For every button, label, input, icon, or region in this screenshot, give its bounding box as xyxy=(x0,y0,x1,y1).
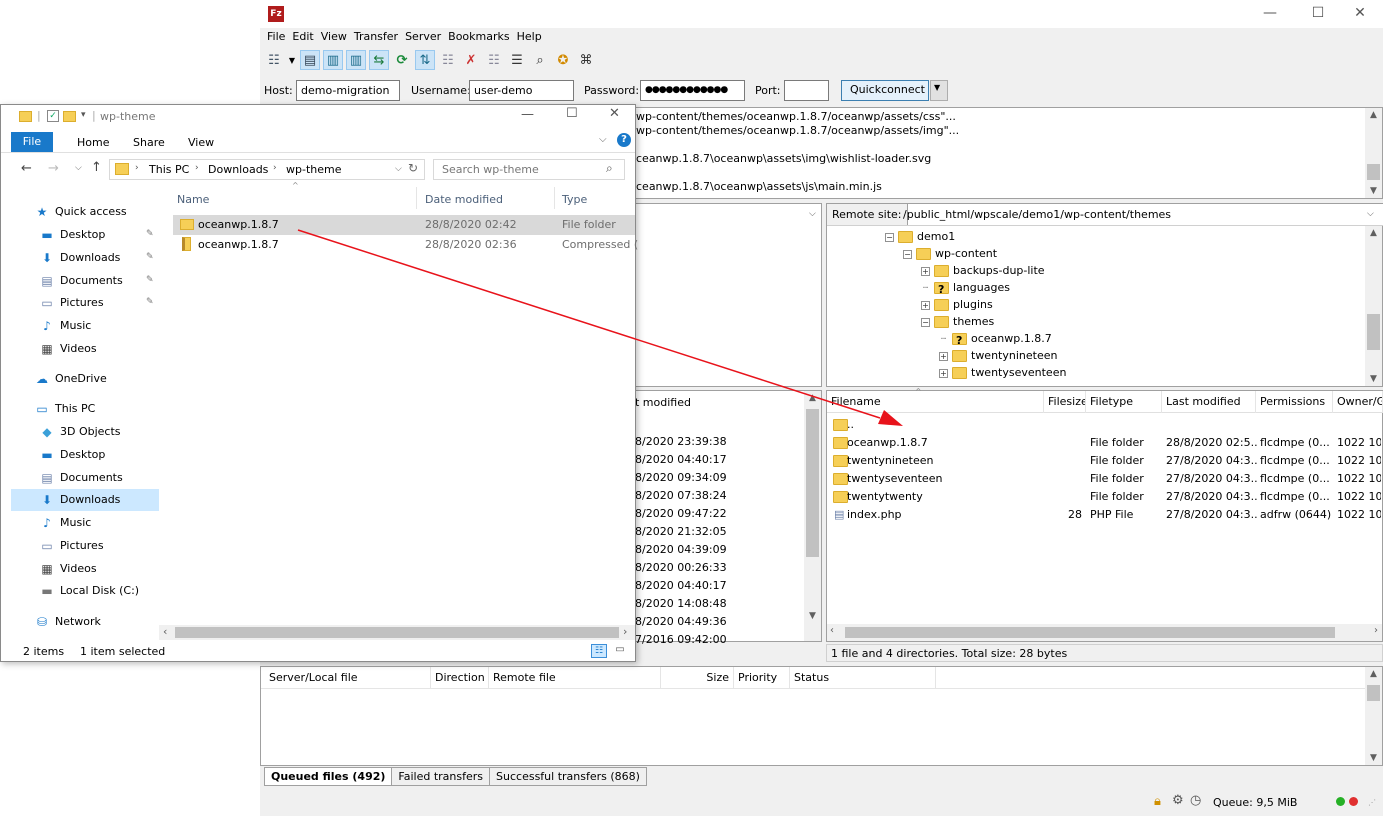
drag-arrow xyxy=(297,229,903,426)
drag-arrow-line xyxy=(297,229,881,419)
drag-arrow-head xyxy=(878,410,903,426)
